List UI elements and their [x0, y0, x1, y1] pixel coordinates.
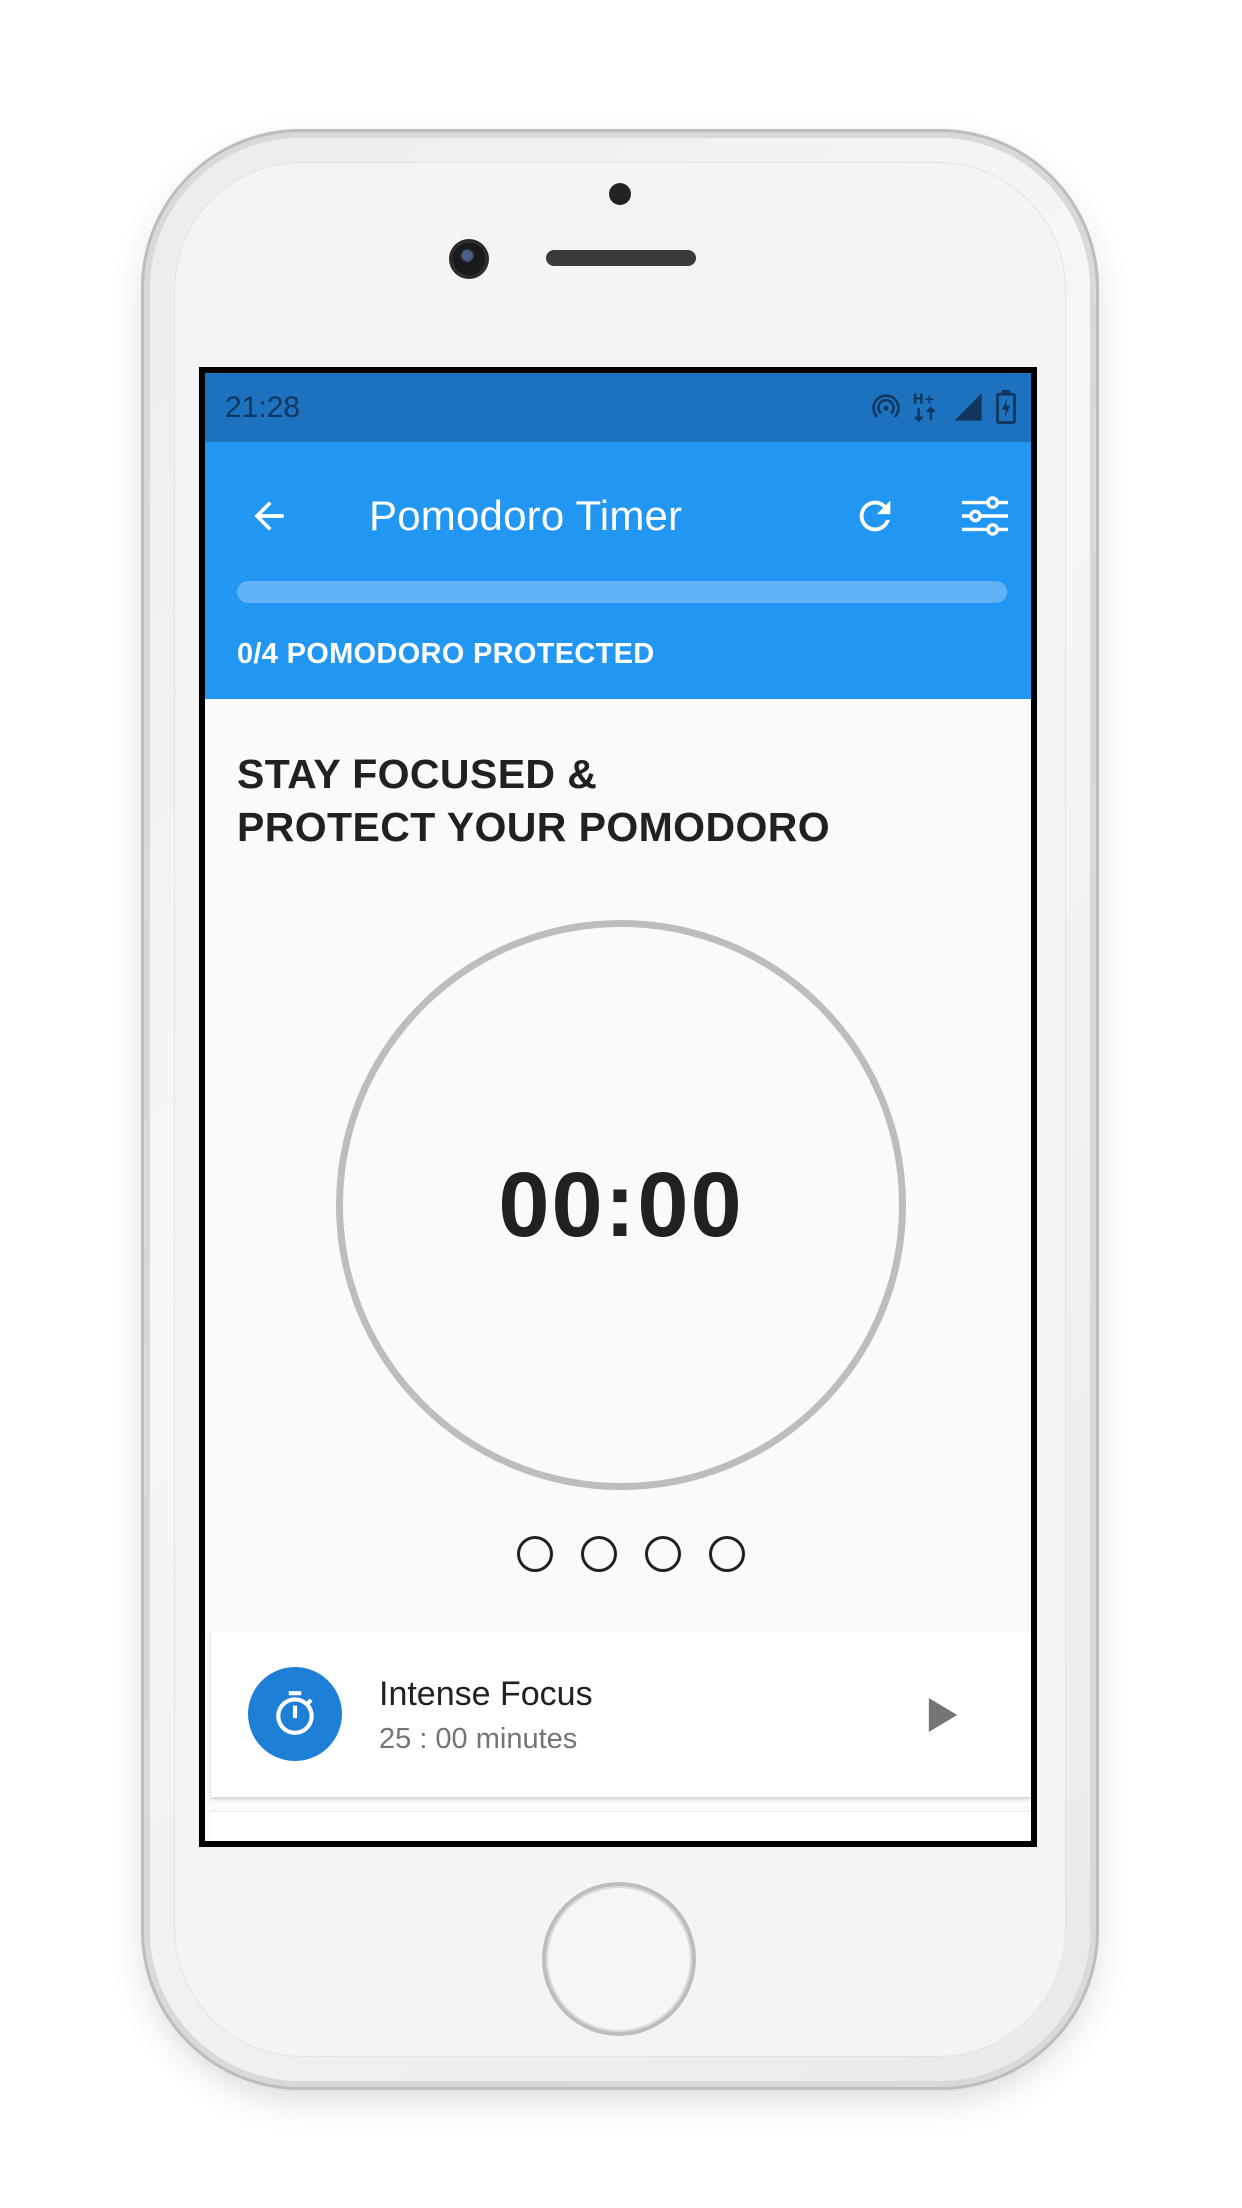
refresh-icon	[859, 500, 891, 532]
task-title: Intense Focus	[379, 1675, 593, 1713]
app-screen: 21:28 H+ Pomodoro Timer 0/4 POMODORO PRO…	[205, 373, 1031, 1841]
pomodoro-progress-label: 0/4 POMODORO PROTECTED	[237, 638, 655, 670]
page-title: Pomodoro Timer	[369, 492, 683, 539]
play-button[interactable]	[923, 1695, 963, 1735]
timer-display: 00:00	[498, 1153, 744, 1256]
task-avatar	[248, 1667, 342, 1761]
proximity-sensor	[609, 183, 631, 205]
next-task-card-edge	[211, 1811, 1031, 1841]
timer-ring[interactable]: 00:00	[336, 920, 906, 1490]
pomodoro-indicator-dot	[581, 1536, 617, 1572]
network-h-plus-icon: H+	[913, 392, 936, 423]
settings-button[interactable]	[955, 486, 1015, 546]
task-duration: 25 : 00 minutes	[379, 1723, 578, 1755]
headline-line-1: STAY FOCUSED &	[237, 751, 598, 797]
headline: STAY FOCUSED & PROTECT YOUR POMODORO	[237, 748, 997, 854]
status-icons: H+	[871, 389, 1017, 425]
device-screen: 21:28 H+ Pomodoro Timer 0/4 POMODORO PRO…	[199, 367, 1037, 1847]
status-bar: 21:28 H+	[205, 373, 1031, 442]
battery-charging-icon	[996, 390, 1016, 424]
signal-icon	[954, 393, 982, 421]
pomodoro-progress-bar	[237, 581, 1007, 603]
play-icon	[928, 1698, 958, 1732]
headline-line-2: PROTECT YOUR POMODORO	[237, 804, 831, 850]
pomodoro-indicators	[205, 1536, 1031, 1578]
task-card-intense-focus[interactable]: Intense Focus 25 : 00 minutes	[211, 1631, 1031, 1797]
pomodoro-indicator-dot	[709, 1536, 745, 1572]
status-time: 21:28	[225, 391, 301, 424]
front-camera	[452, 242, 486, 276]
earpiece-speaker	[546, 250, 696, 266]
home-button[interactable]	[546, 1886, 692, 2032]
svg-text:H+: H+	[913, 392, 935, 407]
tune-sliders-icon	[962, 496, 1008, 536]
refresh-button[interactable]	[845, 486, 905, 546]
stopwatch-icon	[276, 1691, 314, 1735]
arrow-back-icon	[254, 501, 284, 531]
app-bar: Pomodoro Timer 0/4 POMODORO PROTECTED	[205, 442, 1031, 699]
back-button[interactable]	[239, 486, 299, 546]
hotspot-icon	[872, 394, 900, 418]
pomodoro-indicator-dot	[645, 1536, 681, 1572]
pomodoro-indicator-dot	[517, 1536, 553, 1572]
